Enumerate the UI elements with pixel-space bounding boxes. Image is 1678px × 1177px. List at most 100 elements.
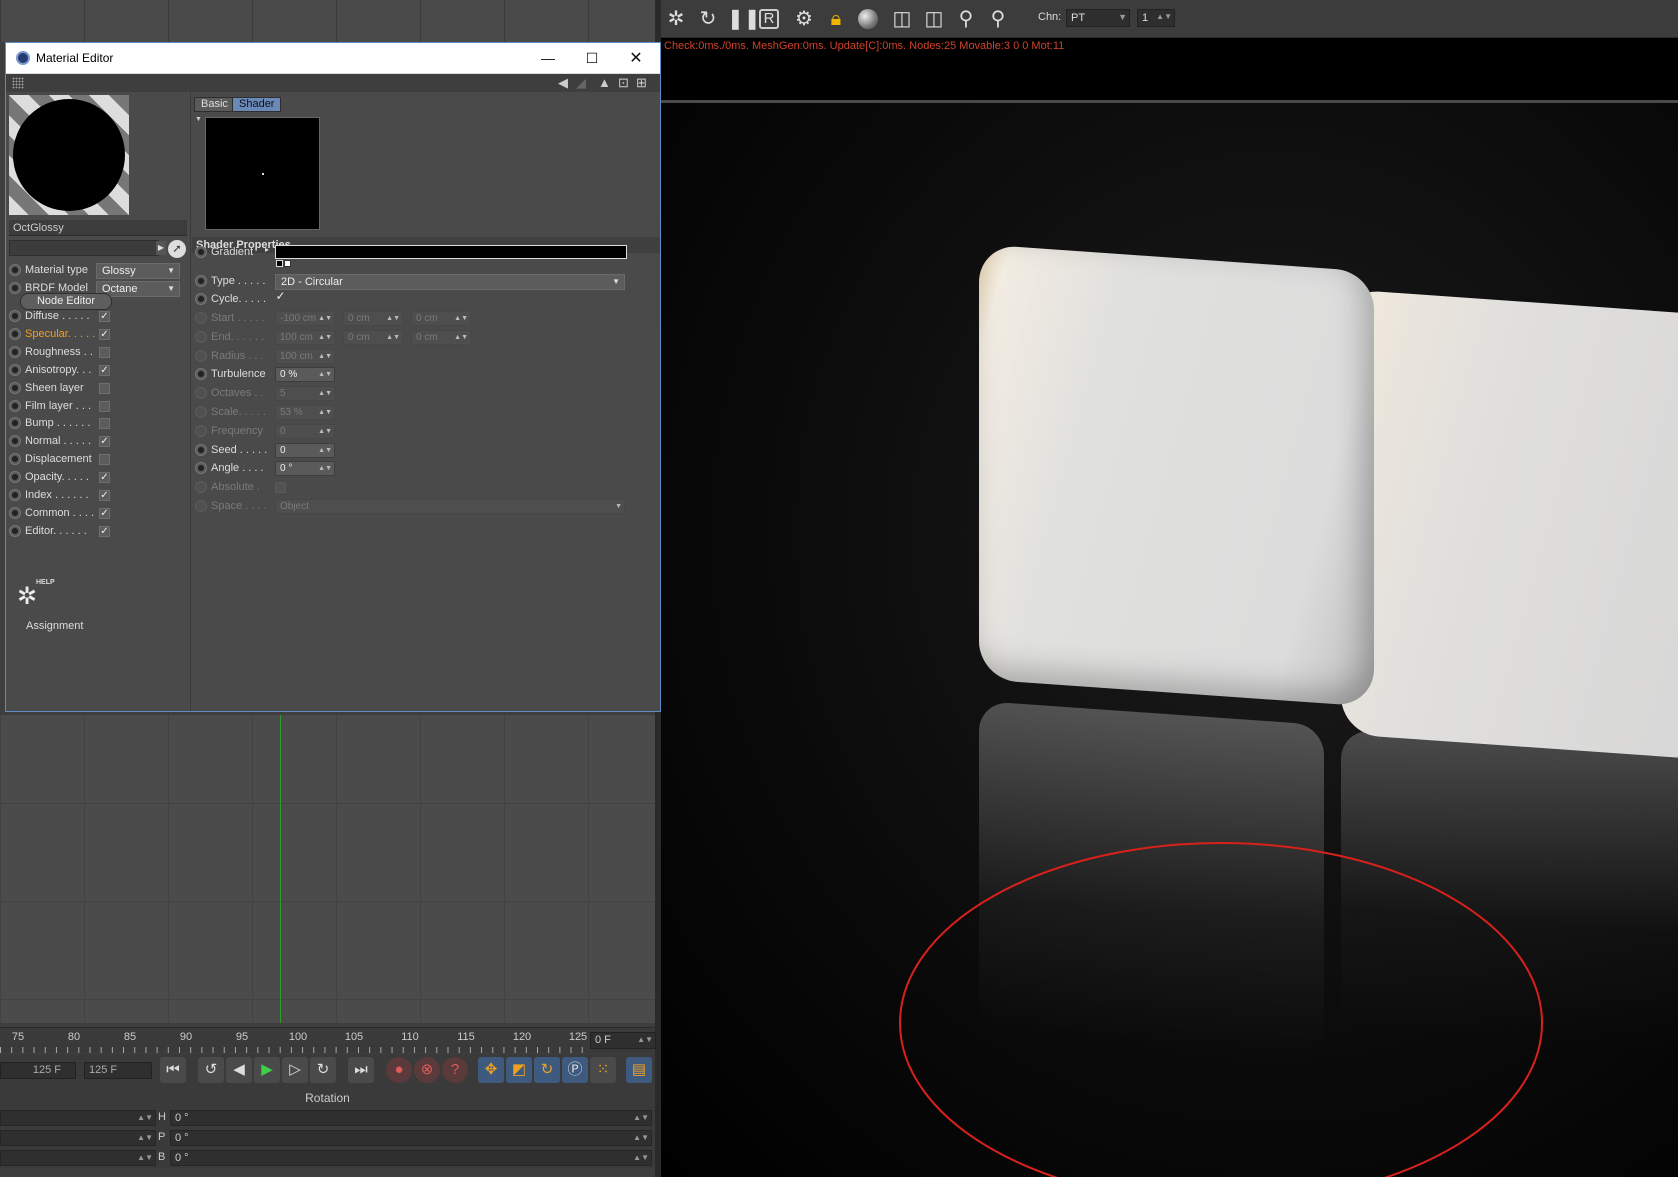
frame-alt-icon[interactable]: ◫	[921, 6, 947, 32]
spinner-icon[interactable]: ▲▼	[318, 462, 332, 475]
channel-checkbox[interactable]	[99, 454, 110, 466]
spinner-icon[interactable]: ▲▼	[318, 425, 332, 438]
channel-label[interactable]: Normal . . . . .	[25, 435, 91, 447]
type-dropdown[interactable]: 2D - Circular ▼	[275, 274, 625, 290]
property-radio[interactable]	[195, 462, 207, 475]
channel-label[interactable]: Sheen layer	[25, 382, 84, 394]
material-type-dropdown[interactable]: Glossy ▼	[96, 263, 180, 279]
material-link-field[interactable]	[9, 240, 159, 256]
channel-checkbox[interactable]	[99, 418, 110, 430]
property-field[interactable]: -100 cm ▲▼	[275, 311, 335, 326]
previous-frame-button[interactable]: ◀	[226, 1057, 252, 1083]
channel-dropdown[interactable]: PT ▼	[1066, 9, 1130, 27]
spinner-icon[interactable]: ▲▼	[637, 1033, 653, 1047]
tab-shader[interactable]: Shader	[232, 97, 282, 112]
spinner-icon[interactable]: ▲▼	[1156, 10, 1172, 24]
left-value-field[interactable]: ▲▼	[0, 1130, 156, 1146]
channel-radio[interactable]	[9, 310, 21, 322]
lock-icon[interactable]: ⊡	[618, 75, 629, 91]
tab-basic[interactable]: Basic	[194, 97, 235, 112]
pin-m-icon[interactable]: ⚲	[985, 6, 1011, 32]
expand-arrow-icon[interactable]: ▶	[156, 241, 166, 255]
up-arrow-icon[interactable]: ▲	[598, 75, 611, 91]
minimize-button[interactable]: —	[526, 43, 570, 74]
material-name-field[interactable]: OctGlossy	[9, 220, 187, 236]
channel-label[interactable]: Anisotropy. . .	[25, 364, 91, 376]
channel-label[interactable]: Editor. . . . . .	[25, 525, 87, 537]
channel-checkbox[interactable]	[99, 346, 110, 358]
timeline-button[interactable]: ▤	[626, 1057, 652, 1083]
channel-number-field[interactable]: 1 ▲▼	[1137, 9, 1175, 27]
property-radio[interactable]	[195, 443, 207, 456]
new-window-icon[interactable]: ⊞	[636, 75, 647, 91]
dope-sheet-grid[interactable]	[0, 715, 655, 1023]
channel-label[interactable]: Bump . . . . . .	[25, 417, 90, 429]
playhead-line[interactable]	[280, 715, 281, 1023]
property-field[interactable]: 0 cm ▲▼	[411, 329, 471, 345]
channel-label[interactable]: Displacement	[25, 453, 92, 465]
record-parameter-button[interactable]: Ⓟ	[562, 1057, 588, 1083]
window-titlebar[interactable]: Material Editor — ☐ ✕	[6, 43, 660, 74]
channel-label[interactable]: Common . . . .	[25, 507, 94, 519]
channel-radio[interactable]	[9, 435, 21, 448]
spinner-icon[interactable]: ▲▼	[137, 1151, 153, 1165]
spinner-icon[interactable]: ▲▼	[318, 368, 332, 381]
channel-radio[interactable]	[9, 489, 21, 501]
property-radio[interactable]	[195, 312, 207, 324]
gradient-knob[interactable]	[284, 260, 291, 267]
next-key-button[interactable]: ↻	[310, 1057, 336, 1083]
channel-radio[interactable]	[9, 345, 21, 358]
autokey-button[interactable]: ⊗	[414, 1057, 440, 1083]
property-radio[interactable]	[195, 368, 207, 381]
pause-icon[interactable]: ❚❚	[727, 6, 761, 32]
property-field[interactable]: Object ▼	[275, 499, 625, 514]
property-radio[interactable]	[195, 481, 207, 494]
rotation-h-field[interactable]: 0 ° ▲▼	[170, 1110, 652, 1126]
channel-radio[interactable]	[9, 327, 21, 340]
gradient-bar[interactable]	[275, 245, 627, 259]
channel-radio[interactable]	[9, 399, 21, 412]
pin-f-icon[interactable]: ⚲	[953, 6, 979, 32]
spinner-icon[interactable]: ▲▼	[633, 1151, 649, 1165]
property-radio[interactable]	[195, 330, 207, 343]
back-arrow-icon[interactable]: ◀	[558, 75, 568, 91]
channel-checkbox[interactable]: ✓	[99, 364, 110, 376]
spinner-icon[interactable]: ▲▼	[137, 1111, 153, 1125]
node-editor-button[interactable]: Node Editor	[20, 293, 112, 310]
spinner-icon[interactable]: ▲▼	[318, 406, 332, 419]
property-radio[interactable]	[195, 387, 207, 400]
channel-radio[interactable]	[9, 506, 21, 519]
brdf-model-radio[interactable]	[9, 282, 21, 294]
collapse-arrow-icon[interactable]: ▼	[195, 116, 202, 123]
property-field[interactable]: 0 cm ▲▼	[411, 311, 471, 326]
gradient-expand-icon[interactable]: ▸	[265, 245, 269, 254]
render-region-icon[interactable]: R	[759, 9, 779, 29]
go-to-end-button[interactable]: ⏭	[348, 1057, 374, 1083]
assignment-label[interactable]: Assignment	[26, 620, 83, 632]
channel-checkbox[interactable]	[99, 400, 110, 412]
channel-label[interactable]: Film layer . . .	[25, 400, 91, 412]
maximize-button[interactable]: ☐	[570, 43, 614, 74]
left-value-field[interactable]: ▲▼	[0, 1150, 156, 1166]
material-ball-icon[interactable]	[855, 6, 881, 32]
rotation-b-field[interactable]: 0 ° ▲▼	[170, 1150, 652, 1166]
spinner-icon[interactable]: ▲▼	[318, 312, 332, 325]
timeline-ruler[interactable]: 75 80 85 90 95 100 105 110 115 120 125	[0, 1027, 655, 1053]
spinner-icon[interactable]: ▲▼	[633, 1131, 649, 1145]
spinner-icon[interactable]: ▲▼	[318, 387, 332, 400]
octane-help-logo-icon[interactable]: ✲	[12, 582, 42, 612]
channel-checkbox[interactable]: ✓	[99, 507, 110, 519]
channel-label[interactable]: Opacity. . . . .	[25, 471, 89, 483]
channel-radio[interactable]	[9, 524, 21, 537]
play-button[interactable]: ▶	[254, 1057, 280, 1083]
current-frame-field[interactable]: 0 F ▲▼	[590, 1032, 656, 1049]
property-radio[interactable]	[195, 424, 207, 437]
material-preview[interactable]	[9, 95, 129, 215]
channel-checkbox[interactable]: ✓	[99, 436, 110, 448]
shader-preview[interactable]	[205, 117, 320, 230]
frame-icon[interactable]: ◫	[889, 6, 915, 32]
rotation-p-field[interactable]: 0 ° ▲▼	[170, 1130, 652, 1146]
channel-checkbox[interactable]: ✓	[99, 525, 110, 537]
spinner-icon[interactable]: ▲▼	[454, 331, 468, 344]
cycle-radio[interactable]	[195, 293, 207, 305]
